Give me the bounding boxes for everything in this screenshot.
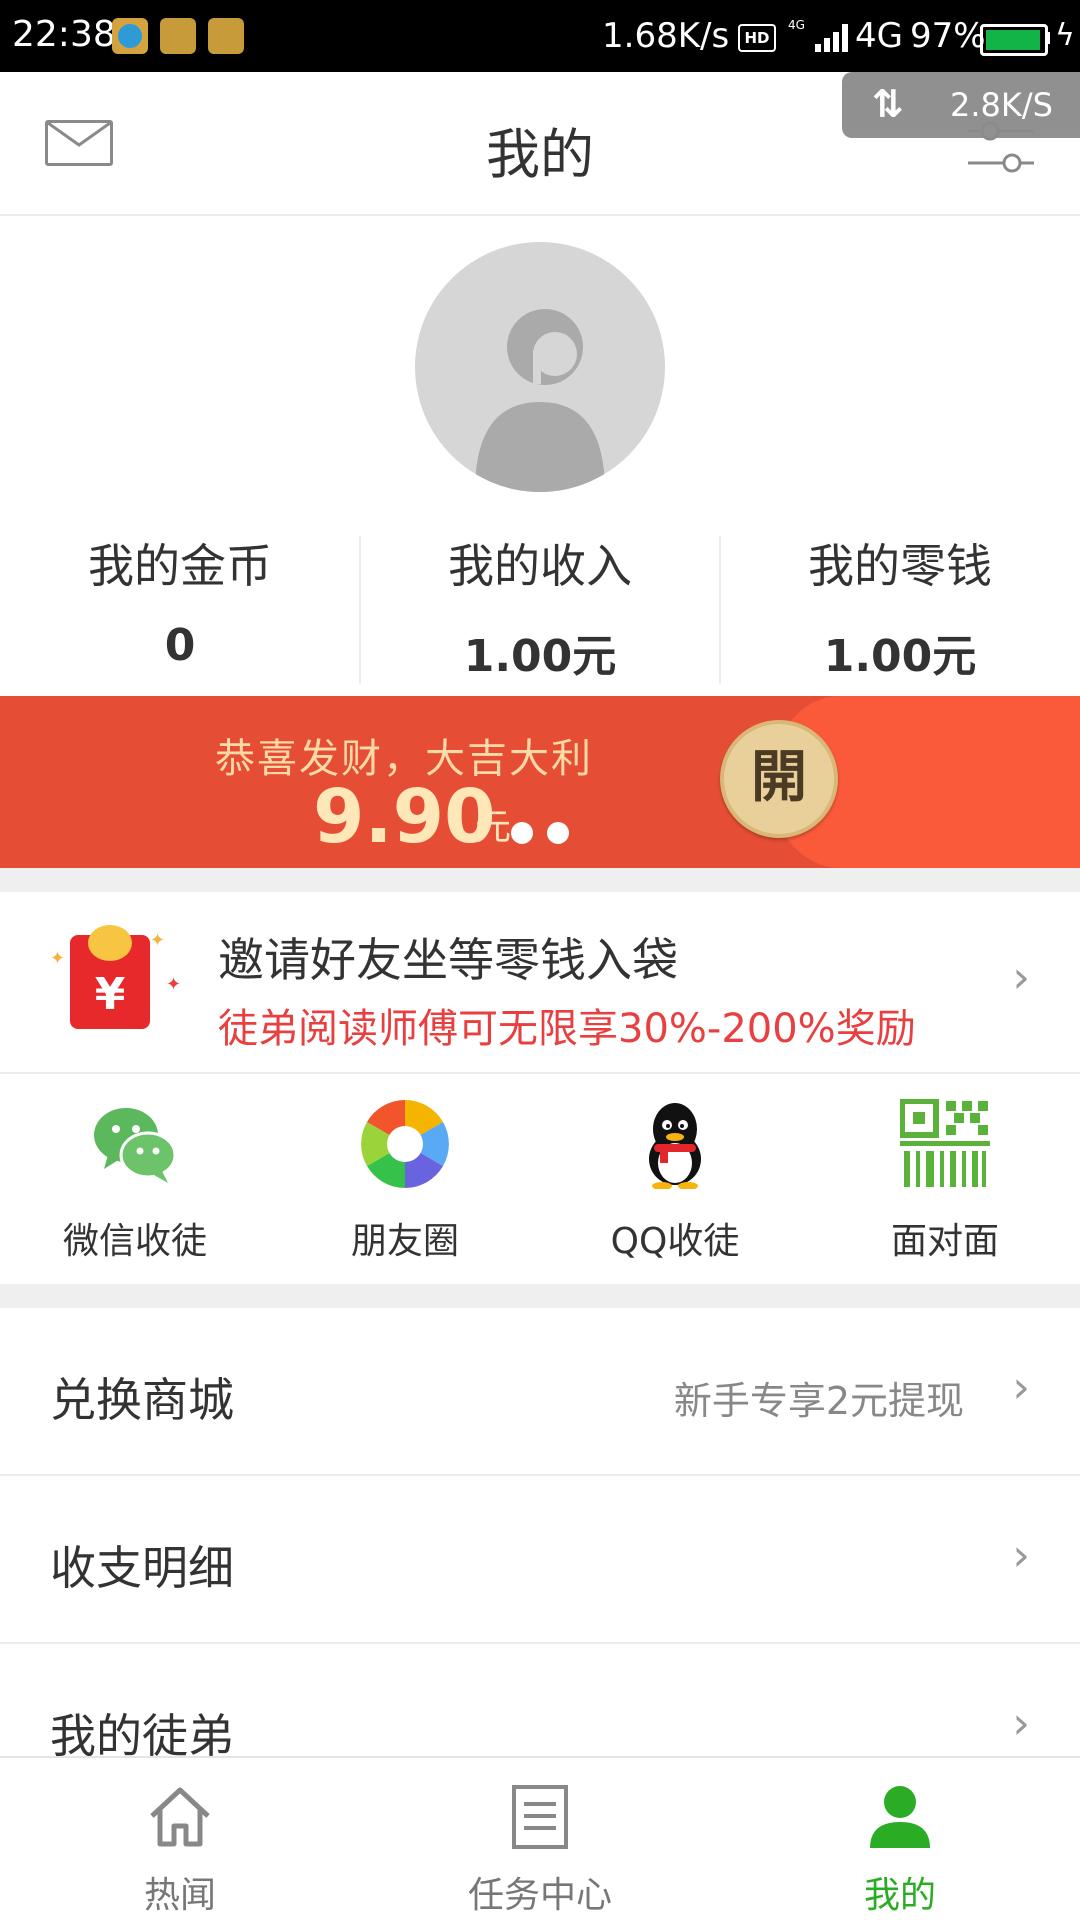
stat-label: 我的零钱 bbox=[808, 539, 992, 593]
sparkle-icon: ✦ bbox=[50, 948, 66, 969]
invite-title: 邀请好友坐等零钱入袋 bbox=[218, 933, 678, 987]
signal-bar-icon bbox=[833, 32, 839, 52]
sparkle-icon: ✦ bbox=[150, 930, 166, 951]
nav-label: 我的 bbox=[863, 1875, 936, 1916]
task-list-icon bbox=[512, 1785, 568, 1849]
notification-icon bbox=[112, 18, 148, 54]
banner-amount: 9.90 bbox=[313, 774, 496, 860]
nav-mine[interactable]: 我的 bbox=[720, 1758, 1080, 1922]
share-options: 微信收徒 朋友圈 QQ收徒 面对面 bbox=[0, 1074, 1080, 1284]
share-label: 微信收徒 bbox=[62, 1221, 207, 1262]
battery-percent: 97% bbox=[910, 16, 986, 56]
notification-icon bbox=[208, 18, 244, 54]
menu-row-exchange-mall[interactable]: 兑换商城 新手专享2元提现 › bbox=[0, 1308, 1080, 1476]
battery-icon bbox=[980, 24, 1048, 56]
menu-row-transactions[interactable]: 收支明细 › bbox=[0, 1476, 1080, 1644]
menu-extra: 新手专享2元提现 bbox=[673, 1379, 964, 1423]
qr-code-icon bbox=[900, 1099, 990, 1187]
signal-bar-icon bbox=[824, 38, 830, 52]
notification-icon bbox=[160, 18, 196, 54]
battery-cap bbox=[1046, 32, 1050, 44]
stat-coins[interactable]: 我的金币 0 bbox=[0, 530, 360, 671]
share-label: 朋友圈 bbox=[350, 1221, 459, 1262]
signal-bar-icon bbox=[842, 24, 848, 52]
open-red-packet-button[interactable]: 開 bbox=[720, 720, 838, 838]
menu-label: 兑换商城 bbox=[50, 1373, 234, 1427]
banner-unit: 元 bbox=[475, 807, 512, 848]
red-packet-icon: ¥ bbox=[70, 925, 150, 1029]
qq-icon bbox=[649, 1103, 701, 1189]
red-packet-banner[interactable]: 恭喜发财，大吉大利 9.90 元 開 bbox=[0, 696, 1080, 868]
chevron-right-icon: › bbox=[1012, 1698, 1030, 1749]
stat-value: 0 bbox=[164, 620, 196, 671]
speed-overlay: ⇅ 2.8K/S bbox=[842, 72, 1080, 138]
nav-label: 热闻 bbox=[143, 1875, 216, 1916]
sparkle-icon: ✦ bbox=[166, 974, 182, 995]
bottom-nav: 热闻 任务中心 我的 bbox=[0, 1756, 1080, 1922]
wechat-icon bbox=[94, 1108, 177, 1183]
profile-icon bbox=[870, 1786, 930, 1848]
stat-income[interactable]: 我的收入 1.00元 bbox=[360, 530, 720, 684]
invite-subtitle: 徒弟阅读师傅可无限享30%-200%奖励 bbox=[218, 1006, 916, 1052]
carousel-dot[interactable] bbox=[511, 822, 533, 844]
chevron-right-icon: › bbox=[1012, 952, 1030, 1003]
signal-bar-icon bbox=[815, 44, 821, 52]
share-wechat-button[interactable]: 微信收徒 bbox=[0, 1074, 270, 1284]
network-type: 4G bbox=[855, 16, 903, 56]
share-moments-button[interactable]: 朋友圈 bbox=[270, 1074, 540, 1284]
section-separator bbox=[0, 868, 1080, 892]
overlay-speed-text: 2.8K/S bbox=[950, 86, 1053, 124]
home-icon bbox=[150, 1787, 210, 1847]
signal-type-small: 4G bbox=[788, 18, 805, 32]
carousel-dot[interactable] bbox=[547, 822, 569, 844]
menu-label: 收支明细 bbox=[50, 1541, 234, 1595]
nav-label: 任务中心 bbox=[467, 1875, 612, 1916]
invite-friends-row[interactable]: ¥ ✦ ✦ ✦ 邀请好友坐等零钱入袋 徒弟阅读师傅可无限享30%-200%奖励 … bbox=[0, 892, 1080, 1074]
stat-label: 我的收入 bbox=[448, 539, 632, 593]
stat-label: 我的金币 bbox=[88, 539, 272, 593]
default-avatar-icon bbox=[475, 309, 605, 492]
share-label: QQ收徒 bbox=[610, 1221, 740, 1262]
stat-value: 1.00元 bbox=[823, 631, 977, 682]
transfer-arrows-icon: ⇅ bbox=[872, 82, 904, 126]
section-separator bbox=[0, 1284, 1080, 1308]
nav-hot-news[interactable]: 热闻 bbox=[0, 1758, 360, 1922]
chevron-right-icon: › bbox=[1012, 1362, 1030, 1413]
charging-icon: ϟ bbox=[1055, 18, 1075, 53]
moments-icon bbox=[361, 1100, 449, 1188]
chevron-right-icon: › bbox=[1012, 1530, 1030, 1581]
share-qq-button[interactable]: QQ收徒 bbox=[540, 1074, 810, 1284]
avatar[interactable] bbox=[415, 242, 665, 492]
hd-icon: HD bbox=[738, 24, 776, 52]
share-label: 面对面 bbox=[890, 1221, 999, 1262]
status-bar: 22:38 1.68K/s HD 4G 4G 97% ϟ bbox=[0, 0, 1080, 72]
stat-value: 1.00元 bbox=[463, 631, 617, 682]
nav-task-center[interactable]: 任务中心 bbox=[360, 1758, 720, 1922]
stat-change[interactable]: 我的零钱 1.00元 bbox=[720, 530, 1080, 684]
status-time: 22:38 bbox=[12, 14, 116, 55]
network-speed: 1.68K/s bbox=[602, 16, 730, 56]
share-face-to-face-button[interactable]: 面对面 bbox=[810, 1074, 1080, 1284]
